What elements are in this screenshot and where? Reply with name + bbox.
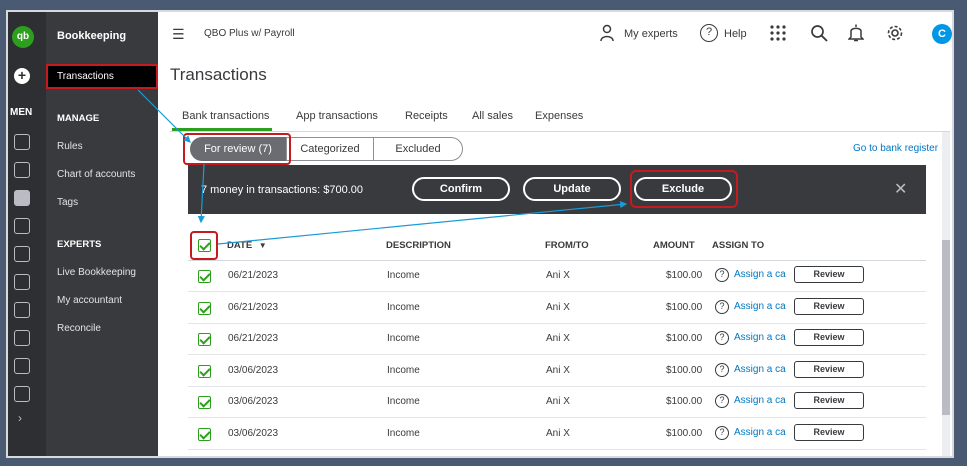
arrow-select-all-to-exclude bbox=[217, 201, 628, 245]
app-window: qb + MEN › Bookkeeping Transactions MANA… bbox=[6, 10, 954, 458]
arrow-for-review-to-select-all bbox=[197, 163, 205, 224]
arrow-transactions-to-for-review bbox=[137, 89, 191, 143]
annotation-arrows bbox=[137, 89, 628, 245]
